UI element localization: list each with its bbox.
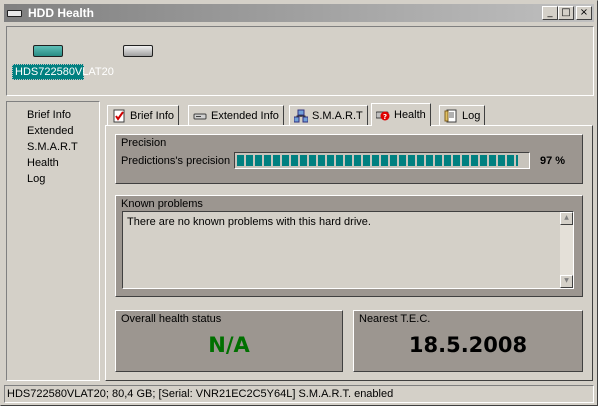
checklist-icon — [112, 109, 126, 123]
svg-text:?: ? — [383, 113, 387, 121]
drive-item-2[interactable] — [102, 45, 174, 57]
status-bar: HDS722580VLAT20; 80,4 GB; [Serial: VNR21… — [4, 385, 594, 403]
tab-brief-info[interactable]: Brief Info — [107, 105, 180, 125]
drive-label: HDS722580VLAT20 — [12, 64, 114, 80]
sidebar-item-log[interactable]: Log — [7, 171, 99, 187]
precision-group: Precision Predictions's precision 97 % — [115, 134, 583, 184]
sidebar-item-extended[interactable]: Extended — [7, 123, 99, 139]
precision-progress-bar — [234, 152, 530, 169]
known-problems-textarea[interactable]: There are no known problems with this ha… — [122, 211, 574, 289]
minimize-button[interactable]: _ — [542, 6, 558, 20]
nearest-tec-group: Nearest T.E.C. 18.5.2008 — [353, 310, 583, 372]
tab-label: Health — [394, 109, 426, 121]
precision-value: 97 % — [540, 155, 566, 167]
title-bar[interactable]: HDD Health _ □ × — [4, 4, 594, 22]
tab-log[interactable]: Log — [439, 105, 486, 125]
known-problems-group: Known problems There are no known proble… — [115, 195, 583, 297]
known-problems-text: There are no known problems with this ha… — [127, 216, 371, 228]
precision-label: Predictions's precision — [121, 155, 231, 167]
overall-health-value: N/A — [208, 333, 250, 357]
group-title: Overall health status — [121, 313, 222, 325]
scroll-up-icon[interactable]: ▲ — [560, 212, 573, 225]
hdd-app-icon — [7, 8, 23, 18]
group-title: Precision — [121, 137, 167, 149]
tab-extended-info[interactable]: Extended Info — [188, 105, 284, 125]
window-controls: _ □ × — [542, 6, 592, 20]
tab-health[interactable]: ? Health — [371, 103, 431, 126]
tab-label: S.M.A.R.T — [312, 109, 363, 122]
group-title: Nearest T.E.C. — [359, 313, 431, 325]
sidebar-item-health[interactable]: Health — [7, 155, 99, 171]
main-window: HDD Health _ □ × HDS722580VLAT20 Brief I… — [0, 0, 598, 406]
hdd-icon — [33, 45, 63, 57]
tab-label: Log — [462, 109, 481, 122]
window-title: HDD Health — [28, 6, 95, 20]
sidebar-nav: Brief Info Extended S.M.A.R.T Health Log — [6, 101, 100, 381]
hdd-icon — [123, 45, 153, 57]
maximize-button[interactable]: □ — [558, 6, 574, 20]
overall-health-group: Overall health status N/A — [115, 310, 343, 372]
group-title: Known problems — [121, 198, 203, 210]
vertical-scrollbar[interactable]: ▲ ▼ — [560, 212, 573, 288]
health-tab-panel: Precision Predictions's precision 97 % K… — [105, 125, 593, 381]
scroll-down-icon[interactable]: ▼ — [560, 275, 573, 288]
disk-icon — [193, 109, 207, 123]
progress-fill — [237, 155, 519, 166]
network-icon — [293, 109, 309, 123]
sidebar-item-smart[interactable]: S.M.A.R.T — [7, 139, 99, 155]
nearest-tec-value: 18.5.2008 — [408, 333, 528, 357]
drive-list: HDS722580VLAT20 — [6, 26, 594, 96]
sidebar-item-brief-info[interactable]: Brief Info — [7, 107, 99, 123]
tab-label: Brief Info — [130, 109, 175, 122]
drive-item-1[interactable]: HDS722580VLAT20 — [12, 45, 114, 80]
health-icon: ? — [375, 108, 390, 122]
close-button[interactable]: × — [576, 6, 592, 20]
tab-label: Extended Info — [211, 109, 279, 122]
log-icon — [444, 109, 458, 123]
tab-smart[interactable]: S.M.A.R.T — [289, 105, 368, 125]
